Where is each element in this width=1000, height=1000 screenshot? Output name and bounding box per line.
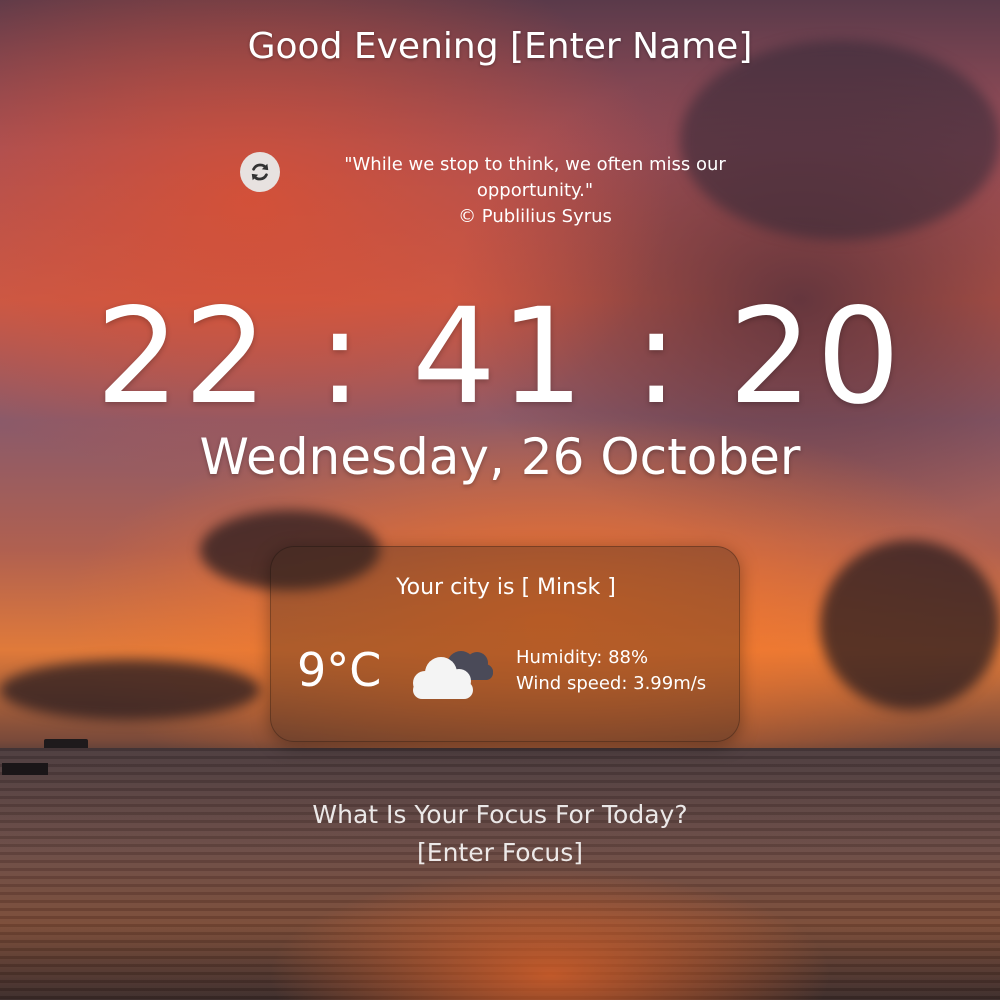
quote-text: "While we stop to think, we often miss o… xyxy=(344,154,726,201)
quote-author: © Publilius Syrus xyxy=(458,206,612,227)
weather-widget: Your city is [ Minsk ] 9°C Humidity: 88%… xyxy=(270,546,740,742)
focus-input[interactable] xyxy=(350,838,650,867)
sea-background xyxy=(0,748,1000,1000)
clock-time: 22 : 41 : 20 xyxy=(95,280,905,434)
cloud-shape xyxy=(820,540,1000,710)
cloud-shape xyxy=(0,660,260,720)
refresh-icon xyxy=(251,163,269,181)
refresh-quote-button[interactable] xyxy=(240,152,280,192)
city-input[interactable]: Your city is [ Minsk ] xyxy=(271,575,741,600)
humidity-text: Humidity: 88% xyxy=(516,647,649,668)
ship-silhouette xyxy=(44,739,88,748)
wind-speed-text: Wind speed: 3.99m/s xyxy=(516,673,707,694)
quote-section: "While we stop to think, we often miss o… xyxy=(240,152,760,232)
focus-question: What Is Your Focus For Today? xyxy=(312,800,688,829)
date-text: Wednesday, 26 October xyxy=(199,428,801,486)
pier-silhouette xyxy=(2,763,48,775)
temperature: 9°C xyxy=(297,643,382,697)
greeting-name-input[interactable]: Good Evening [Enter Name] xyxy=(0,26,1000,67)
cloudy-icon xyxy=(413,651,493,699)
